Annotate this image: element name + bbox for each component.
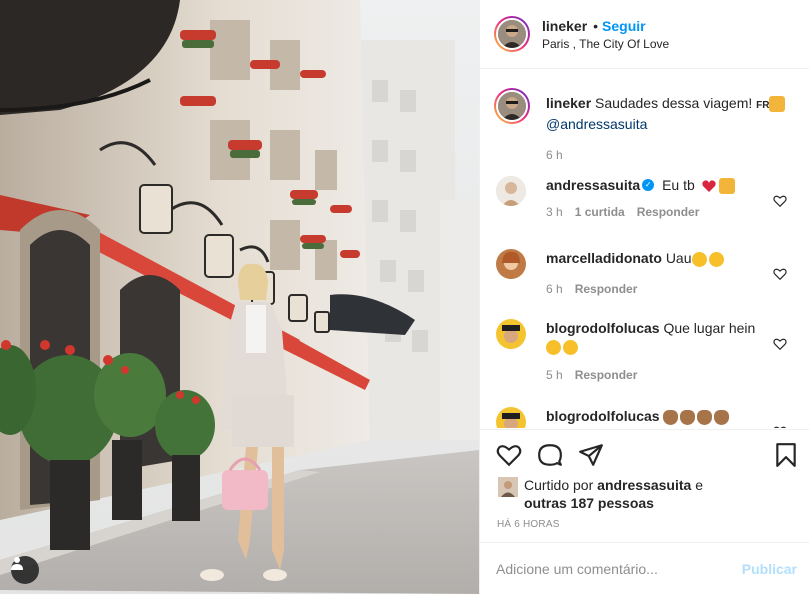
comment-text: Eu tb	[662, 177, 695, 193]
caption-time[interactable]: 6 h	[546, 146, 563, 164]
follow-button[interactable]: Seguir	[602, 18, 646, 34]
add-comment-bar: Adicione um comentário... Publicar	[480, 542, 809, 594]
share-icon[interactable]	[578, 442, 604, 468]
avatar[interactable]	[496, 407, 526, 428]
heart-icon[interactable]	[773, 267, 787, 281]
header-username[interactable]: lineker	[542, 18, 587, 34]
comment-input[interactable]: Adicione um comentário...	[496, 561, 742, 577]
comment-time[interactable]: 6 h	[546, 280, 563, 298]
comment-row: marcelladidonato Uau 6 h Responder	[494, 249, 809, 298]
comment-icon[interactable]	[537, 442, 563, 468]
heart-icon[interactable]	[773, 337, 787, 351]
screaming-face-emoji	[563, 339, 578, 355]
caption-username[interactable]: lineker	[546, 95, 591, 111]
clapping-hands-emoji	[697, 409, 713, 425]
comment-username[interactable]: blogrodolfolucas	[546, 408, 660, 424]
liked-by-user[interactable]: andressasuita	[597, 477, 691, 493]
comment-text: Uau	[665, 250, 692, 266]
comment-row: andressasuita ✓ Eu tb 3 h 1 curtida Respo…	[494, 176, 809, 221]
clapping-hands-emoji	[714, 409, 730, 425]
heart-icon[interactable]	[773, 194, 787, 208]
clapping-hands-emoji	[663, 409, 679, 425]
comment-time[interactable]: 3 h	[546, 203, 563, 221]
avatar[interactable]	[496, 176, 526, 206]
star-struck-emoji	[691, 251, 707, 267]
comments-list[interactable]: lineker Saudades dessa viagem! FR @andre…	[480, 70, 809, 428]
caption-row: lineker Saudades dessa viagem! FR @andre…	[494, 88, 809, 164]
avatar[interactable]	[496, 249, 526, 279]
comment-username[interactable]: marcelladidonato	[546, 250, 662, 266]
separator-dot: •	[593, 17, 599, 34]
comment-row: blogrodolfolucas	[494, 407, 809, 428]
liked-by-conj: e	[695, 477, 704, 493]
avatar[interactable]	[496, 319, 526, 349]
heart-icon[interactable]	[773, 425, 787, 428]
flag-fr-emoji: FR	[756, 100, 770, 111]
person-raising-hand-emoji	[718, 178, 735, 195]
reply-button[interactable]: Responder	[575, 280, 638, 298]
red-heart-emoji	[701, 180, 716, 193]
comment-username[interactable]: blogrodolfolucas	[546, 320, 660, 336]
street-scene-image	[0, 0, 479, 594]
bookmark-icon[interactable]	[773, 442, 799, 468]
verified-badge-icon: ✓	[642, 179, 655, 192]
star-struck-emoji	[708, 251, 724, 267]
avatar[interactable]	[494, 88, 530, 124]
publish-button[interactable]: Publicar	[742, 561, 797, 577]
post-photo[interactable]	[0, 0, 479, 594]
user-tag-icon[interactable]	[11, 556, 39, 584]
reply-button[interactable]: Responder	[637, 203, 700, 221]
post-timestamp[interactable]: HÁ 6 HORAS	[497, 519, 560, 530]
heart-icon[interactable]	[496, 442, 522, 468]
comment-time[interactable]: 5 h	[546, 366, 563, 384]
post-modal: lineker • Seguir Paris , The City Of Lov…	[0, 0, 809, 594]
reply-button[interactable]: Responder	[575, 366, 638, 384]
post-actions: Curtido por andressasuita e outras 187 p…	[480, 429, 809, 542]
screaming-face-emoji	[546, 339, 561, 355]
post-header: lineker • Seguir Paris , The City Of Lov…	[480, 0, 809, 69]
caption-text: Saudades dessa viagem!	[595, 95, 753, 111]
comment-row: blogrodolfolucas Que lugar hein 5 h Resp…	[494, 319, 809, 384]
post-panel: lineker • Seguir Paris , The City Of Lov…	[479, 0, 809, 594]
avatar[interactable]	[494, 16, 530, 52]
person-raising-hand-emoji	[769, 96, 786, 113]
avatar[interactable]	[498, 477, 518, 497]
liked-by-prefix: Curtido por	[524, 477, 594, 493]
clapping-hands-emoji	[680, 409, 696, 425]
comment-text: Que lugar hein	[663, 320, 756, 336]
liked-by-others[interactable]: outras 187 pessoas	[524, 495, 654, 511]
location-link[interactable]: Paris , The City Of Love	[542, 37, 669, 51]
comment-likes[interactable]: 1 curtida	[575, 203, 625, 221]
caption-mention[interactable]: @andressasuita	[546, 115, 796, 133]
likes-summary: Curtido por andressasuita e outras 187 p…	[498, 476, 703, 512]
comment-username[interactable]: andressasuita	[546, 177, 640, 193]
